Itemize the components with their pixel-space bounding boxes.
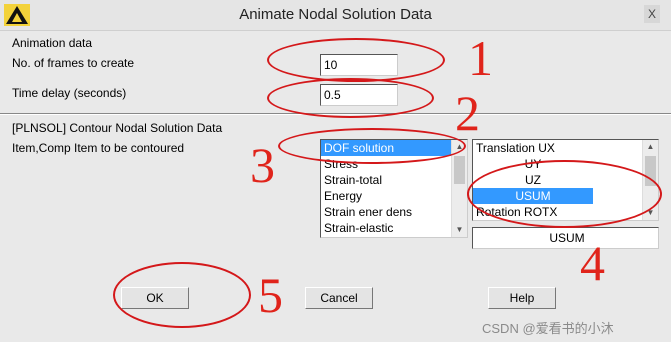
item-list-item[interactable]: Strain-elastic (321, 220, 467, 236)
item-comp-label: Item,Comp Item to be contoured (12, 141, 185, 155)
annotation-number-3: 3 (250, 137, 275, 193)
component-list-item[interactable]: Translation UX (473, 140, 658, 156)
csdn-watermark: CSDN @爱看书的小沐 (482, 321, 614, 336)
animation-section-label: Animation data (12, 36, 93, 50)
item-list-item[interactable]: Strain ener dens (321, 204, 467, 220)
contour-header: [PLNSOL] Contour Nodal Solution Data (12, 121, 223, 135)
annotation-ellipse-3 (278, 128, 466, 164)
item-list-item[interactable]: Energy (321, 188, 467, 204)
frames-label: No. of frames to create (12, 56, 135, 70)
help-button[interactable]: Help (488, 287, 556, 309)
annotation-ellipse-4 (467, 160, 662, 228)
scroll-up-arrow-icon[interactable]: ▲ (643, 140, 658, 154)
cancel-button[interactable]: Cancel (305, 287, 373, 309)
window-title: Animate Nodal Solution Data (239, 6, 432, 23)
title-bar: Animate Nodal Solution Data X (0, 0, 671, 31)
annotation-number-1: 1 (468, 30, 493, 86)
annotation-number-2: 2 (455, 85, 480, 141)
delay-label: Time delay (seconds) (12, 86, 127, 100)
annotation-number-4: 4 (580, 235, 605, 291)
annotation-ellipse-1 (267, 38, 445, 82)
scroll-down-arrow-icon[interactable]: ▼ (452, 223, 467, 237)
item-list-item[interactable]: Strain-total (321, 172, 467, 188)
annotation-ellipse-2 (267, 78, 434, 118)
component-selection-field[interactable] (472, 227, 659, 249)
annotation-number-5: 5 (258, 267, 283, 323)
scroll-thumb[interactable] (454, 156, 465, 184)
close-button[interactable]: X (644, 5, 660, 23)
annotation-ellipse-5 (113, 262, 251, 328)
